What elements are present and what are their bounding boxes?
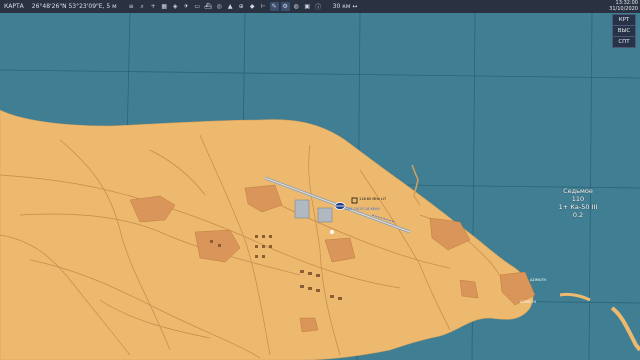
sam-icon[interactable]: ▲ [226,2,235,11]
unit-group-label[interactable]: Седьмое 110 1+ Ка-50 III 0.2 [548,187,608,219]
scale-indicator: 30 км ↔ [332,3,358,10]
ship-icon[interactable]: ⛴ [204,2,213,11]
airfield-sublabel: DDS 15/33 18 KM/H [345,207,380,211]
vehicle-icon[interactable]: ▭ [193,2,202,11]
unit-number: 110 [571,195,585,203]
unit-type: 1+ Ка-50 III [558,203,598,211]
zoom-in-icon[interactable]: + [149,2,158,11]
toolbar-icons: ≡ ⌕ + ▦ ◈ ✈ ▭ ⛴ ◎ ▲ ⊕ ◆ ⊢ ✎ ⚙ ◍ ▣ ⓘ [127,2,323,11]
search-icon[interactable]: ⌕ [138,2,147,11]
layers-icon[interactable]: ◈ [171,2,180,11]
settings-icon[interactable]: ⚙ [280,2,290,11]
globe-icon[interactable]: ◍ [292,2,301,11]
plane-icon[interactable]: ✈ [182,2,191,11]
target-icon[interactable]: ◎ [215,2,224,11]
ruler-icon[interactable]: ⊢ [259,2,268,11]
airfield-toggle-icon[interactable]: ⊕ [237,2,246,11]
map-mode-label[interactable]: КАРТА [0,3,28,10]
mission-clock: 13:32:00 31/10/2020 [609,0,638,12]
draw-icon[interactable]: ✎ [269,2,279,11]
grid-icon[interactable]: ▦ [160,2,169,11]
unit-sub: 0.2 [572,211,584,219]
map-text-azimuth: AZIMUTH [530,278,547,282]
info-icon[interactable]: ⓘ [314,2,323,11]
map-canvas[interactable] [0,0,640,360]
spt-button[interactable]: СПТ [612,36,636,48]
map-text-azimuth-2: AZIMUTH [520,300,537,304]
waypoint-icon[interactable] [330,230,334,234]
airfield-icon[interactable] [334,202,346,210]
clock-date: 31/10/2020 [609,6,638,12]
airfield-label: 118.60 MHz LIT [359,197,387,201]
unit-name: Седьмое [563,187,593,195]
top-toolbar: КАРТА 26°48'26"N 53°23'09"E, 5 м ≡ ⌕ + ▦… [0,0,640,13]
cursor-coordinates: 26°48'26"N 53°23'09"E, 5 м [31,3,117,10]
waypoint-toggle-icon[interactable]: ◆ [248,2,257,11]
menu-icon[interactable]: ≡ [127,2,136,11]
camera-icon[interactable]: ▣ [303,2,312,11]
